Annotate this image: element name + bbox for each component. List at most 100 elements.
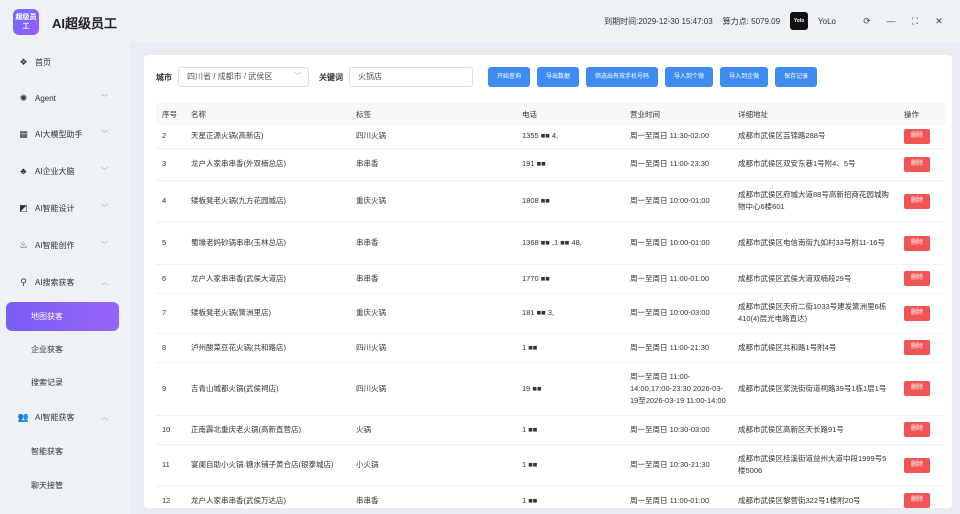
refresh-icon[interactable]: ⟳ xyxy=(860,14,874,28)
table-row: 6 龙户人家串串香(武侯大道店) 串串香 1770 ■■ 周一至周日 11:00-01:… xyxy=(156,264,946,294)
table-row: 10 正南霹北重庆老火锅(高新直营店) 火锅 1 ■■ 周一至周日 10:30-03:0… xyxy=(156,415,946,445)
col-header-phone: 电话 xyxy=(516,103,624,125)
cell-name: 蜀壕老妈砂锅串串(玉林总店) xyxy=(185,222,350,265)
sidebar-item-chat[interactable]: 聊天接管 xyxy=(6,471,119,500)
delete-button[interactable]: 删除 xyxy=(904,305,931,321)
cell-no: 4 xyxy=(156,180,185,223)
delete-button[interactable]: 删除 xyxy=(904,271,931,286)
table-row: 5 蜀壕老妈砂锅串串(玉林总店) 串串香 1368 ■■ ,1 ■■ 48, 周一至周日… xyxy=(156,222,946,265)
sidebar-item-label: AI搜索获客 xyxy=(35,277,75,287)
cell-address: 成都市武侯区电信南街九如村33号附11-16号 xyxy=(732,222,898,265)
minimize-icon[interactable]: — xyxy=(884,14,898,28)
sidebar-item-smart[interactable]: 👥 AI智能获客 ︿ xyxy=(0,400,130,434)
sidebar-item-search[interactable]: ⚲ AI搜索获客 ︿ xyxy=(0,265,130,299)
cell-actions: 删除 xyxy=(898,125,946,149)
delete-button[interactable]: 删除 xyxy=(904,340,931,355)
cell-no: 8 xyxy=(156,333,185,363)
results-table: 序号 名称 标签 电话 营业时间 详细地址 操作 2 天星正源火锅(高新店) 四川火… xyxy=(156,103,946,508)
chevron-down-icon: ﹀ xyxy=(294,73,301,80)
delete-button[interactable]: 删除 xyxy=(904,193,931,209)
flame-icon: ♨ xyxy=(19,239,28,250)
sidebar-item-create[interactable]: ♨ AI智能创作 ﹀ xyxy=(0,228,130,262)
cell-hours: 周一至周日 10:30-21:30 xyxy=(624,444,732,487)
cell-hours: 周一至周日 10:00-01:00 xyxy=(624,180,732,223)
cell-name: 龙户人家串串香(武侯大道店) xyxy=(185,264,350,294)
table-row: 3 龙户人家串串香(外双楠总店) 串串香 191 ■■ 周一至周日 11:00-23:3… xyxy=(156,148,946,181)
close-icon[interactable]: ✕ xyxy=(932,14,946,28)
keyword-input[interactable]: 火锅店 xyxy=(349,67,473,87)
app-title: AI超级员工 xyxy=(52,16,118,31)
delete-button[interactable]: 删除 xyxy=(904,128,931,144)
delete-button[interactable]: 删除 xyxy=(904,235,931,251)
import-personal-wechat-button[interactable]: 导入到个微 xyxy=(665,67,714,87)
delete-button[interactable]: 删除 xyxy=(904,422,931,437)
cell-no: 3 xyxy=(156,148,185,181)
import-enterprise-wechat-button[interactable]: 导入到企微 xyxy=(720,67,769,87)
cell-name: 泸州酸菜豆花火锅(共和路店) xyxy=(185,333,350,363)
cell-hours: 周一至周日 10:00-01:00 xyxy=(624,222,732,265)
chevron-down-icon: ﹀ xyxy=(101,95,108,102)
cell-hours: 周一至周日 11:00-01:00 xyxy=(624,264,732,294)
sidebar-item-agent[interactable]: ✺ Agent ﹀ xyxy=(0,81,130,115)
delete-button[interactable]: 删除 xyxy=(904,381,931,396)
filter-phones-button[interactable]: 筛选出有效手机号码 xyxy=(586,67,659,87)
col-header-actions: 操作 xyxy=(898,103,946,125)
filter-bar: 城市 四川省 / 成都市 / 武侯区 ﹀ 关键词 火锅店 开始查询 导出数据 筛选… xyxy=(156,67,818,87)
delete-button[interactable]: 删除 xyxy=(904,156,931,172)
chevron-down-icon: ﹀ xyxy=(101,242,108,249)
main-panel: 城市 四川省 / 成都市 / 武侯区 ﹀ 关键词 火锅店 开始查询 导出数据 筛选… xyxy=(144,55,952,508)
cell-address: 成都市武侯区浆洗街街道祠路39号1栋1层1号 xyxy=(732,362,898,416)
cell-name: 吉青山城都火锅(武侯祠店) xyxy=(185,362,350,416)
table-body: 2 天星正源火锅(高新店) 四川火锅 1355 ■■ 4, 周一至周日 11:30-02… xyxy=(156,125,946,508)
expire-label: 到期时间: xyxy=(604,16,639,26)
cell-phone: 1355 ■■ 4, xyxy=(516,125,624,149)
cell-actions: 删除 xyxy=(898,293,946,334)
maximize-icon[interactable]: ⛶ xyxy=(908,14,922,28)
cell-address: 成都市武侯区高新区天长路91号 xyxy=(732,415,898,445)
save-record-button[interactable]: 保存记录 xyxy=(775,67,818,87)
delete-button[interactable]: 删除 xyxy=(904,457,931,473)
sidebar-item-llm[interactable]: ▦ AI大模型助手 ﹀ xyxy=(0,117,130,151)
chevron-up-icon: ︿ xyxy=(101,279,108,286)
cell-phone: 1 ■■ xyxy=(516,486,624,508)
export-data-button[interactable]: 导出数据 xyxy=(537,67,580,87)
cell-hours: 周一至周日 10:30-03:00 xyxy=(624,415,732,445)
delete-button[interactable]: 删除 xyxy=(904,493,931,508)
cell-phone: 1 ■■ xyxy=(516,333,624,363)
username[interactable]: YoLo xyxy=(818,17,836,26)
sidebar-item-label: AI智能设计 xyxy=(35,203,75,213)
city-value: 四川省 / 成都市 / 武侯区 xyxy=(187,72,273,81)
cell-hours: 周一至周日 11:00-01:00 xyxy=(624,486,732,508)
cell-actions: 删除 xyxy=(898,444,946,487)
points-value: 5079.09 xyxy=(751,16,781,26)
cell-no: 9 xyxy=(156,362,185,416)
cell-hours: 周一至周日 11:30-02:00 xyxy=(624,125,732,149)
cell-phone: 19 ■■ xyxy=(516,362,624,416)
location-icon: ⚲ xyxy=(20,276,27,287)
cell-no: 5 xyxy=(156,222,185,265)
cell-actions: 删除 xyxy=(898,264,946,294)
chevron-down-icon: ﹀ xyxy=(101,131,108,138)
sidebar-item-enterprise[interactable]: 企业获客 xyxy=(6,335,119,364)
table-row: 11 宴阑自助小火锅·糖水铺子黄合店(银泰城店) 小火锅 1 ■■ 周一至周日 10:3… xyxy=(156,444,946,487)
sidebar-item-smart-acquire[interactable]: 智能获客 xyxy=(6,437,119,466)
sidebar-item-home[interactable]: ❖ 首页 xyxy=(0,45,130,79)
sidebar-item-map[interactable]: 地图获客 xyxy=(6,302,119,331)
cell-actions: 删除 xyxy=(898,222,946,265)
avatar[interactable]: Yolo xyxy=(790,12,809,30)
sidebar-item-brain[interactable]: ♣ AI企业大脑 ﹀ xyxy=(0,154,130,188)
table-row: 9 吉青山城都火锅(武侯祠店) 四川火锅 19 ■■ 周一至周日 11:00-14:00… xyxy=(156,362,946,416)
start-query-button[interactable]: 开始查询 xyxy=(488,67,531,87)
table-row: 2 天星正源火锅(高新店) 四川火锅 1355 ■■ 4, 周一至周日 11:30-02… xyxy=(156,125,946,149)
chevron-up-icon: ︿ xyxy=(101,414,108,421)
city-select[interactable]: 四川省 / 成都市 / 武侯区 ﹀ xyxy=(178,67,309,87)
cell-name: 矮板凳老火锅(簧洲里店) xyxy=(185,293,350,334)
table-row: 8 泸州酸菜豆花火锅(共和路店) 四川火锅 1 ■■ 周一至周日 11:00-21:30… xyxy=(156,333,946,363)
cell-no: 12 xyxy=(156,486,185,508)
chevron-down-icon: ﹀ xyxy=(101,205,108,212)
sidebar-item-records[interactable]: 搜索记录 xyxy=(6,368,119,397)
sidebar-item-design[interactable]: ◩ AI智能设计 ﹀ xyxy=(0,191,130,225)
cell-tag: 小火锅 xyxy=(350,444,516,487)
sidebar-item-label: AI大模型助手 xyxy=(35,129,83,139)
table-header-row: 序号 名称 标签 电话 营业时间 详细地址 操作 xyxy=(156,103,946,125)
